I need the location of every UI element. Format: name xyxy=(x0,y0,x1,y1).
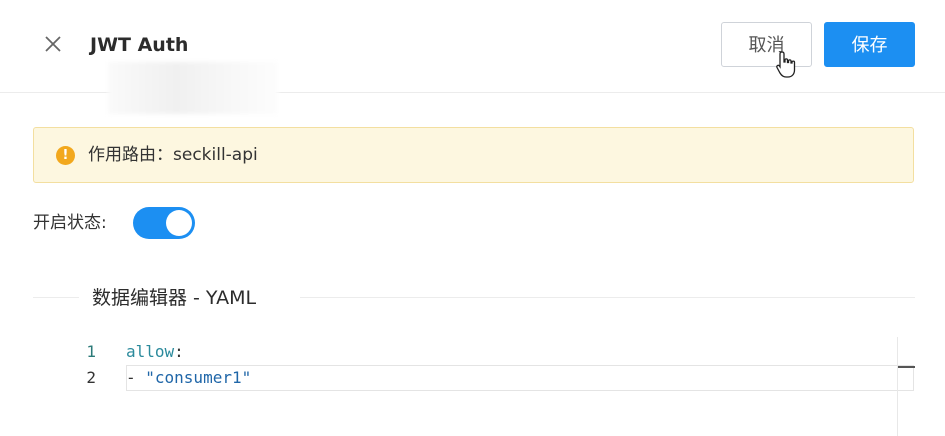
status-label: 开启状态: xyxy=(33,213,107,233)
line-number: 2 xyxy=(86,368,96,387)
alert-text: 作用路由：seckill-api xyxy=(88,145,258,165)
divider xyxy=(300,297,915,298)
exclamation-circle-icon: ! xyxy=(56,146,75,165)
scrollbar-marker xyxy=(898,366,915,368)
drawer-header: JWT Auth 取消 保存 xyxy=(0,0,945,114)
hand-cursor-icon xyxy=(775,50,799,80)
divider xyxy=(33,297,79,298)
editor-title: 数据编辑器 - YAML xyxy=(88,286,261,310)
yaml-editor[interactable]: 1 allow: 2 - "consumer1" xyxy=(60,337,915,436)
save-button[interactable]: 保存 xyxy=(824,22,915,67)
status-toggle[interactable] xyxy=(133,207,195,239)
line-number: 1 xyxy=(86,342,96,361)
redacted-area xyxy=(108,62,278,114)
yaml-key: allow xyxy=(126,342,175,361)
route-alert: ! 作用路由：seckill-api xyxy=(33,127,914,183)
code-text: allow: xyxy=(126,339,184,365)
close-icon[interactable] xyxy=(42,33,64,55)
code-text: - "consumer1" xyxy=(126,365,251,391)
yaml-string: "consumer1" xyxy=(145,368,252,387)
page-title: JWT Auth xyxy=(90,34,189,56)
editor-scrollbar[interactable] xyxy=(897,337,916,436)
yaml-dash: - xyxy=(126,368,146,387)
yaml-colon: : xyxy=(174,342,184,361)
toggle-knob xyxy=(166,210,192,236)
